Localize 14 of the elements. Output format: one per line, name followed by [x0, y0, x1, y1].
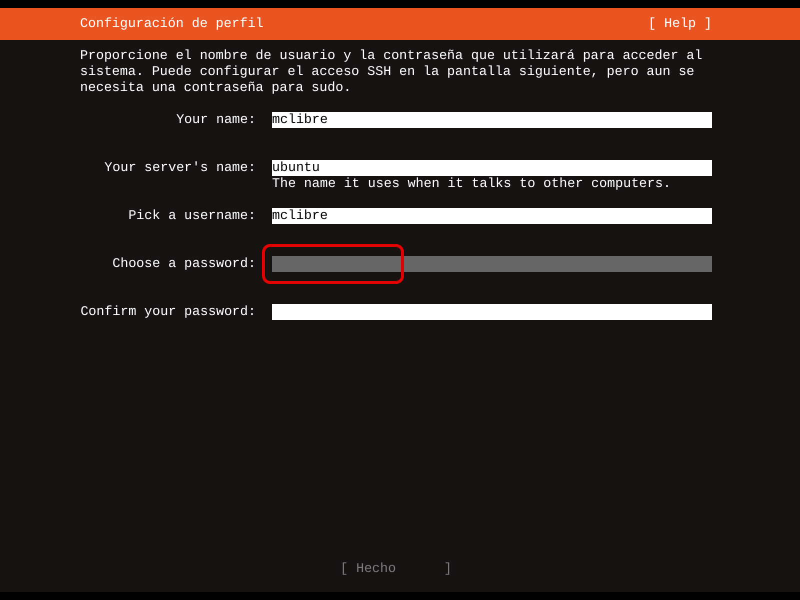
- input-field[interactable]: [272, 304, 712, 320]
- help-link[interactable]: [ Help ]: [648, 16, 712, 32]
- field-label: Your server's name:: [103, 160, 256, 176]
- field-hint: The name it uses when it talks to other computers.: [272, 176, 672, 192]
- input-field[interactable]: mclibre: [272, 208, 712, 224]
- field-label: Confirm your password:: [80, 304, 256, 320]
- input-field[interactable]: [272, 256, 712, 272]
- intro-text: Proporcione el nombre de usuario y la contraseña que utilizará para acceder al sistema. Puede configurar el acceso SSH en la pantalla siguiente, pero aun se necesita una contraseña para sudo.: [80, 48, 704, 96]
- field-label: Pick a username:: [127, 208, 256, 224]
- field-label: Your name:: [175, 112, 256, 128]
- field-label: Choose a password:: [111, 256, 256, 272]
- input-field[interactable]: ubuntu: [272, 160, 712, 176]
- screen-title: Configuración de perfil: [80, 16, 264, 32]
- input-field[interactable]: mclibre: [272, 112, 712, 128]
